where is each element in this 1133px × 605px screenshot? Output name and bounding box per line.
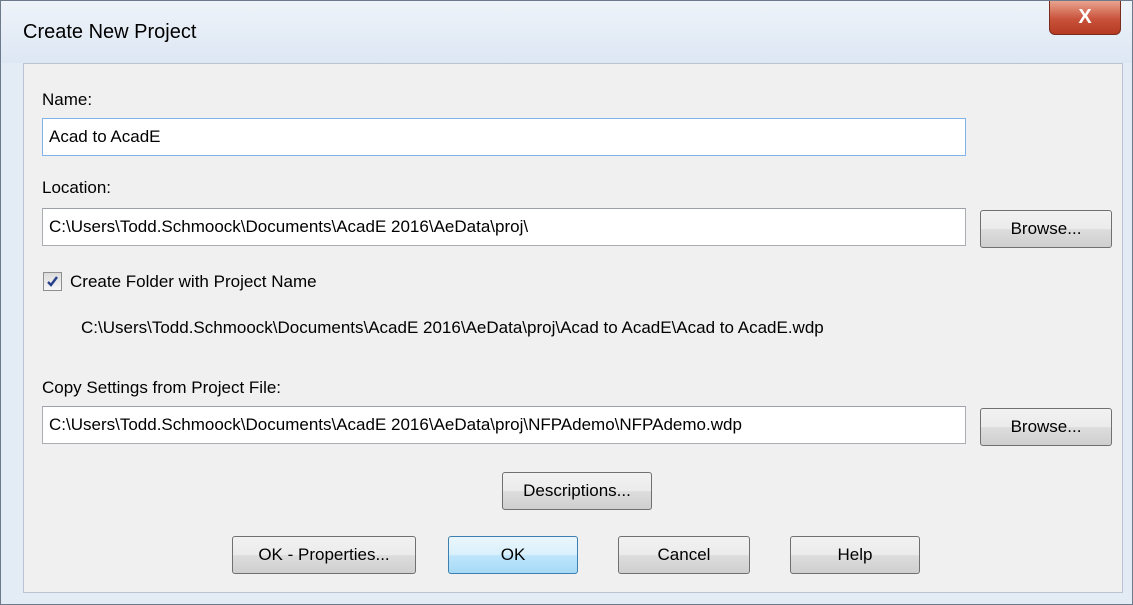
location-browse-button[interactable]: Browse...: [980, 210, 1112, 248]
create-folder-label[interactable]: Create Folder with Project Name: [70, 272, 317, 292]
location-label: Location:: [42, 178, 111, 197]
ok-button[interactable]: OK: [448, 536, 578, 574]
create-new-project-dialog: Create New Project X Name: Acad to AcadE…: [0, 0, 1133, 605]
checkmark-icon: [47, 276, 58, 287]
dialog-body: Name: Acad to AcadE Location: C:\Users\T…: [23, 63, 1123, 593]
name-input[interactable]: Acad to AcadE: [42, 118, 966, 156]
close-icon: X: [1078, 6, 1092, 28]
cancel-button[interactable]: Cancel: [618, 536, 750, 574]
create-folder-checkbox[interactable]: [43, 272, 62, 291]
descriptions-button[interactable]: Descriptions...: [502, 472, 652, 510]
ok-properties-button[interactable]: OK - Properties...: [232, 536, 416, 574]
help-button[interactable]: Help: [790, 536, 920, 574]
project-path-preview: C:\Users\Todd.Schmoock\Documents\AcadE 2…: [81, 318, 824, 337]
location-input[interactable]: C:\Users\Todd.Schmoock\Documents\AcadE 2…: [42, 208, 966, 246]
close-button[interactable]: X: [1049, 1, 1121, 35]
copy-settings-input[interactable]: C:\Users\Todd.Schmoock\Documents\AcadE 2…: [42, 406, 966, 444]
name-label: Name:: [42, 90, 93, 109]
copy-settings-label: Copy Settings from Project File:: [42, 378, 282, 397]
dialog-title: Create New Project: [23, 21, 197, 43]
title-bar: Create New Project X: [1, 1, 1132, 63]
copy-settings-browse-button[interactable]: Browse...: [980, 408, 1112, 446]
